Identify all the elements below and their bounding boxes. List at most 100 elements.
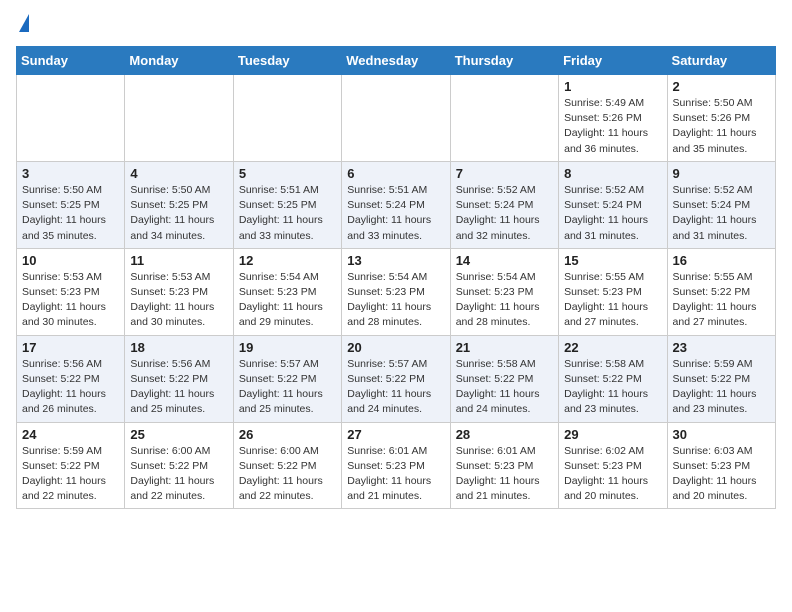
calendar-day-cell: 2 Sunrise: 5:50 AM Sunset: 5:26 PM Daylig…	[667, 75, 775, 162]
day-info: Sunrise: 6:00 AM Sunset: 5:22 PM Dayligh…	[130, 444, 227, 505]
day-info: Sunrise: 5:58 AM Sunset: 5:22 PM Dayligh…	[456, 357, 553, 418]
day-info: Sunrise: 6:01 AM Sunset: 5:23 PM Dayligh…	[347, 444, 444, 505]
day-info: Sunrise: 6:01 AM Sunset: 5:23 PM Dayligh…	[456, 444, 553, 505]
calendar-body: 1 Sunrise: 5:49 AM Sunset: 5:26 PM Daylig…	[17, 75, 776, 509]
day-info: Sunrise: 5:52 AM Sunset: 5:24 PM Dayligh…	[673, 183, 770, 244]
day-number: 14	[456, 253, 553, 268]
day-number: 16	[673, 253, 770, 268]
day-number: 13	[347, 253, 444, 268]
weekday-header-cell: Friday	[559, 47, 667, 75]
calendar-day-cell: 15 Sunrise: 5:55 AM Sunset: 5:23 PM Dayli…	[559, 248, 667, 335]
day-number: 11	[130, 253, 227, 268]
day-number: 30	[673, 427, 770, 442]
day-info: Sunrise: 5:56 AM Sunset: 5:22 PM Dayligh…	[130, 357, 227, 418]
day-number: 2	[673, 79, 770, 94]
day-info: Sunrise: 5:50 AM Sunset: 5:26 PM Dayligh…	[673, 96, 770, 157]
day-info: Sunrise: 5:55 AM Sunset: 5:23 PM Dayligh…	[564, 270, 661, 331]
day-number: 26	[239, 427, 336, 442]
weekday-header-cell: Tuesday	[233, 47, 341, 75]
page-header	[16, 16, 776, 34]
day-info: Sunrise: 5:52 AM Sunset: 5:24 PM Dayligh…	[456, 183, 553, 244]
calendar-day-cell: 7 Sunrise: 5:52 AM Sunset: 5:24 PM Daylig…	[450, 161, 558, 248]
calendar-week-row: 3 Sunrise: 5:50 AM Sunset: 5:25 PM Daylig…	[17, 161, 776, 248]
calendar-week-row: 17Sunrise: 5:56 AM Sunset: 5:22 PM Dayli…	[17, 335, 776, 422]
day-number: 15	[564, 253, 661, 268]
calendar-day-cell: 25 Sunrise: 6:00 AM Sunset: 5:22 PM Dayli…	[125, 422, 233, 509]
day-number: 21	[456, 340, 553, 355]
calendar-day-cell: 4 Sunrise: 5:50 AM Sunset: 5:25 PM Daylig…	[125, 161, 233, 248]
calendar-table: SundayMondayTuesdayWednesdayThursdayFrid…	[16, 46, 776, 509]
calendar-day-cell	[125, 75, 233, 162]
day-number: 24	[22, 427, 119, 442]
day-info: Sunrise: 5:54 AM Sunset: 5:23 PM Dayligh…	[347, 270, 444, 331]
calendar-day-cell: 6 Sunrise: 5:51 AM Sunset: 5:24 PM Daylig…	[342, 161, 450, 248]
calendar-day-cell: 9Sunrise: 5:52 AM Sunset: 5:24 PM Daylig…	[667, 161, 775, 248]
day-number: 27	[347, 427, 444, 442]
day-number: 18	[130, 340, 227, 355]
day-number: 29	[564, 427, 661, 442]
calendar-day-cell: 20 Sunrise: 5:57 AM Sunset: 5:22 PM Dayli…	[342, 335, 450, 422]
day-number: 20	[347, 340, 444, 355]
calendar-day-cell: 23 Sunrise: 5:59 AM Sunset: 5:22 PM Dayli…	[667, 335, 775, 422]
day-info: Sunrise: 5:50 AM Sunset: 5:25 PM Dayligh…	[130, 183, 227, 244]
day-number: 7	[456, 166, 553, 181]
calendar-day-cell: 10 Sunrise: 5:53 AM Sunset: 5:23 PM Dayli…	[17, 248, 125, 335]
calendar-day-cell: 18 Sunrise: 5:56 AM Sunset: 5:22 PM Dayli…	[125, 335, 233, 422]
calendar-day-cell: 24 Sunrise: 5:59 AM Sunset: 5:22 PM Dayli…	[17, 422, 125, 509]
day-info: Sunrise: 5:50 AM Sunset: 5:25 PM Dayligh…	[22, 183, 119, 244]
day-number: 19	[239, 340, 336, 355]
weekday-header-cell: Wednesday	[342, 47, 450, 75]
calendar-day-cell	[17, 75, 125, 162]
day-info: Sunrise: 5:56 AM Sunset: 5:22 PM Dayligh…	[22, 357, 119, 418]
calendar-day-cell: 22 Sunrise: 5:58 AM Sunset: 5:22 PM Dayli…	[559, 335, 667, 422]
logo	[16, 16, 29, 34]
day-info: Sunrise: 5:53 AM Sunset: 5:23 PM Dayligh…	[130, 270, 227, 331]
weekday-header-row: SundayMondayTuesdayWednesdayThursdayFrid…	[17, 47, 776, 75]
day-number: 10	[22, 253, 119, 268]
day-number: 6	[347, 166, 444, 181]
calendar-day-cell: 11 Sunrise: 5:53 AM Sunset: 5:23 PM Dayli…	[125, 248, 233, 335]
calendar-day-cell	[342, 75, 450, 162]
day-info: Sunrise: 5:51 AM Sunset: 5:24 PM Dayligh…	[347, 183, 444, 244]
day-info: Sunrise: 5:51 AM Sunset: 5:25 PM Dayligh…	[239, 183, 336, 244]
calendar-day-cell: 17Sunrise: 5:56 AM Sunset: 5:22 PM Dayli…	[17, 335, 125, 422]
weekday-header-cell: Thursday	[450, 47, 558, 75]
day-number: 4	[130, 166, 227, 181]
weekday-header-cell: Sunday	[17, 47, 125, 75]
day-number: 22	[564, 340, 661, 355]
day-info: Sunrise: 5:52 AM Sunset: 5:24 PM Dayligh…	[564, 183, 661, 244]
day-info: Sunrise: 5:54 AM Sunset: 5:23 PM Dayligh…	[456, 270, 553, 331]
day-info: Sunrise: 5:49 AM Sunset: 5:26 PM Dayligh…	[564, 96, 661, 157]
weekday-header-cell: Saturday	[667, 47, 775, 75]
day-info: Sunrise: 5:59 AM Sunset: 5:22 PM Dayligh…	[22, 444, 119, 505]
day-number: 3	[22, 166, 119, 181]
calendar-day-cell: 26Sunrise: 6:00 AM Sunset: 5:22 PM Dayli…	[233, 422, 341, 509]
calendar-week-row: 1 Sunrise: 5:49 AM Sunset: 5:26 PM Daylig…	[17, 75, 776, 162]
calendar-day-cell: 21 Sunrise: 5:58 AM Sunset: 5:22 PM Dayli…	[450, 335, 558, 422]
logo-icon	[19, 14, 29, 32]
day-number: 25	[130, 427, 227, 442]
day-info: Sunrise: 5:58 AM Sunset: 5:22 PM Dayligh…	[564, 357, 661, 418]
calendar-day-cell: 14 Sunrise: 5:54 AM Sunset: 5:23 PM Dayli…	[450, 248, 558, 335]
calendar-day-cell: 1 Sunrise: 5:49 AM Sunset: 5:26 PM Daylig…	[559, 75, 667, 162]
calendar-day-cell: 30Sunrise: 6:03 AM Sunset: 5:23 PM Dayli…	[667, 422, 775, 509]
day-info: Sunrise: 5:55 AM Sunset: 5:22 PM Dayligh…	[673, 270, 770, 331]
calendar-day-cell	[450, 75, 558, 162]
day-info: Sunrise: 5:59 AM Sunset: 5:22 PM Dayligh…	[673, 357, 770, 418]
calendar-week-row: 24 Sunrise: 5:59 AM Sunset: 5:22 PM Dayli…	[17, 422, 776, 509]
day-info: Sunrise: 5:54 AM Sunset: 5:23 PM Dayligh…	[239, 270, 336, 331]
day-info: Sunrise: 5:57 AM Sunset: 5:22 PM Dayligh…	[347, 357, 444, 418]
day-info: Sunrise: 5:57 AM Sunset: 5:22 PM Dayligh…	[239, 357, 336, 418]
calendar-day-cell: 28 Sunrise: 6:01 AM Sunset: 5:23 PM Dayli…	[450, 422, 558, 509]
calendar-day-cell: 12Sunrise: 5:54 AM Sunset: 5:23 PM Dayli…	[233, 248, 341, 335]
calendar-day-cell: 5 Sunrise: 5:51 AM Sunset: 5:25 PM Daylig…	[233, 161, 341, 248]
day-info: Sunrise: 6:02 AM Sunset: 5:23 PM Dayligh…	[564, 444, 661, 505]
day-number: 23	[673, 340, 770, 355]
calendar-week-row: 10 Sunrise: 5:53 AM Sunset: 5:23 PM Dayli…	[17, 248, 776, 335]
day-number: 8	[564, 166, 661, 181]
calendar-day-cell: 3 Sunrise: 5:50 AM Sunset: 5:25 PM Daylig…	[17, 161, 125, 248]
day-number: 1	[564, 79, 661, 94]
day-number: 28	[456, 427, 553, 442]
day-info: Sunrise: 5:53 AM Sunset: 5:23 PM Dayligh…	[22, 270, 119, 331]
day-number: 5	[239, 166, 336, 181]
